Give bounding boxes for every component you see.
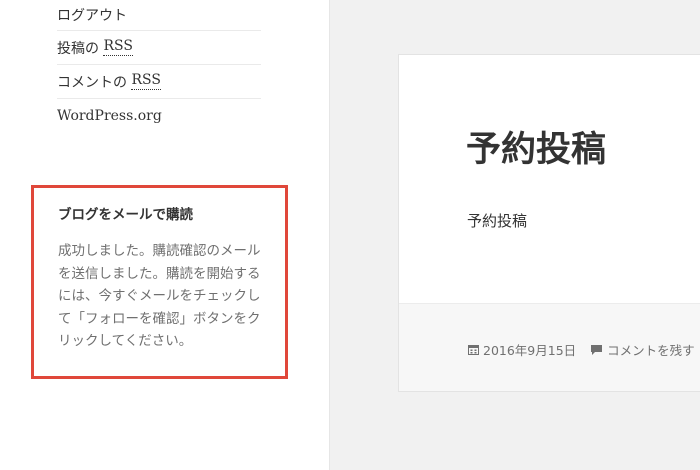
subscribe-success-message: 成功しました。購読確認のメールを送信しました。購読を開始するには、今すぐメールを… [58,243,261,349]
sidebar: ログアウト 投稿の RSS コメントの RSS WordPress.org ブロ… [0,0,330,470]
post-footer: 2016年9月15日 コメントを残す [399,303,700,391]
posts-rss-prefix[interactable]: 投稿の [57,38,103,58]
post-meta: 2016年9月15日 コメントを残す [468,340,695,359]
meta-link-comments-rss[interactable]: コメントの RSS [57,65,261,99]
meta-links-list: ログアウト 投稿の RSS コメントの RSS WordPress.org [57,0,261,133]
post-title[interactable]: 予約投稿 [466,121,606,172]
meta-link-wordpress-org[interactable]: WordPress.org [57,99,261,133]
calendar-icon [468,344,479,355]
comment-icon [590,344,603,356]
subscribe-widget: ブログをメールで購読 成功しました。購読確認のメールを送信しました。購読を開始す… [31,185,288,379]
comments-rss-prefix[interactable]: コメントの [57,72,131,92]
posts-rss-abbr[interactable]: RSS [103,38,133,56]
post-date[interactable]: 2016年9月15日 [483,340,576,359]
logout-link[interactable]: ログアウト [57,5,127,25]
post-article: 予約投稿 予約投稿 2016年9月15日 コメントを残す [398,54,700,392]
comments-rss-abbr[interactable]: RSS [131,72,161,90]
meta-link-logout[interactable]: ログアウト [57,0,261,31]
post-content: 予約投稿 [467,212,528,230]
leave-comment-link[interactable]: コメントを残す [607,340,695,359]
wordpress-org-link[interactable]: WordPress.org [57,108,162,124]
meta-link-posts-rss[interactable]: 投稿の RSS [57,31,261,65]
subscribe-widget-title: ブログをメールで購読 [58,207,193,223]
